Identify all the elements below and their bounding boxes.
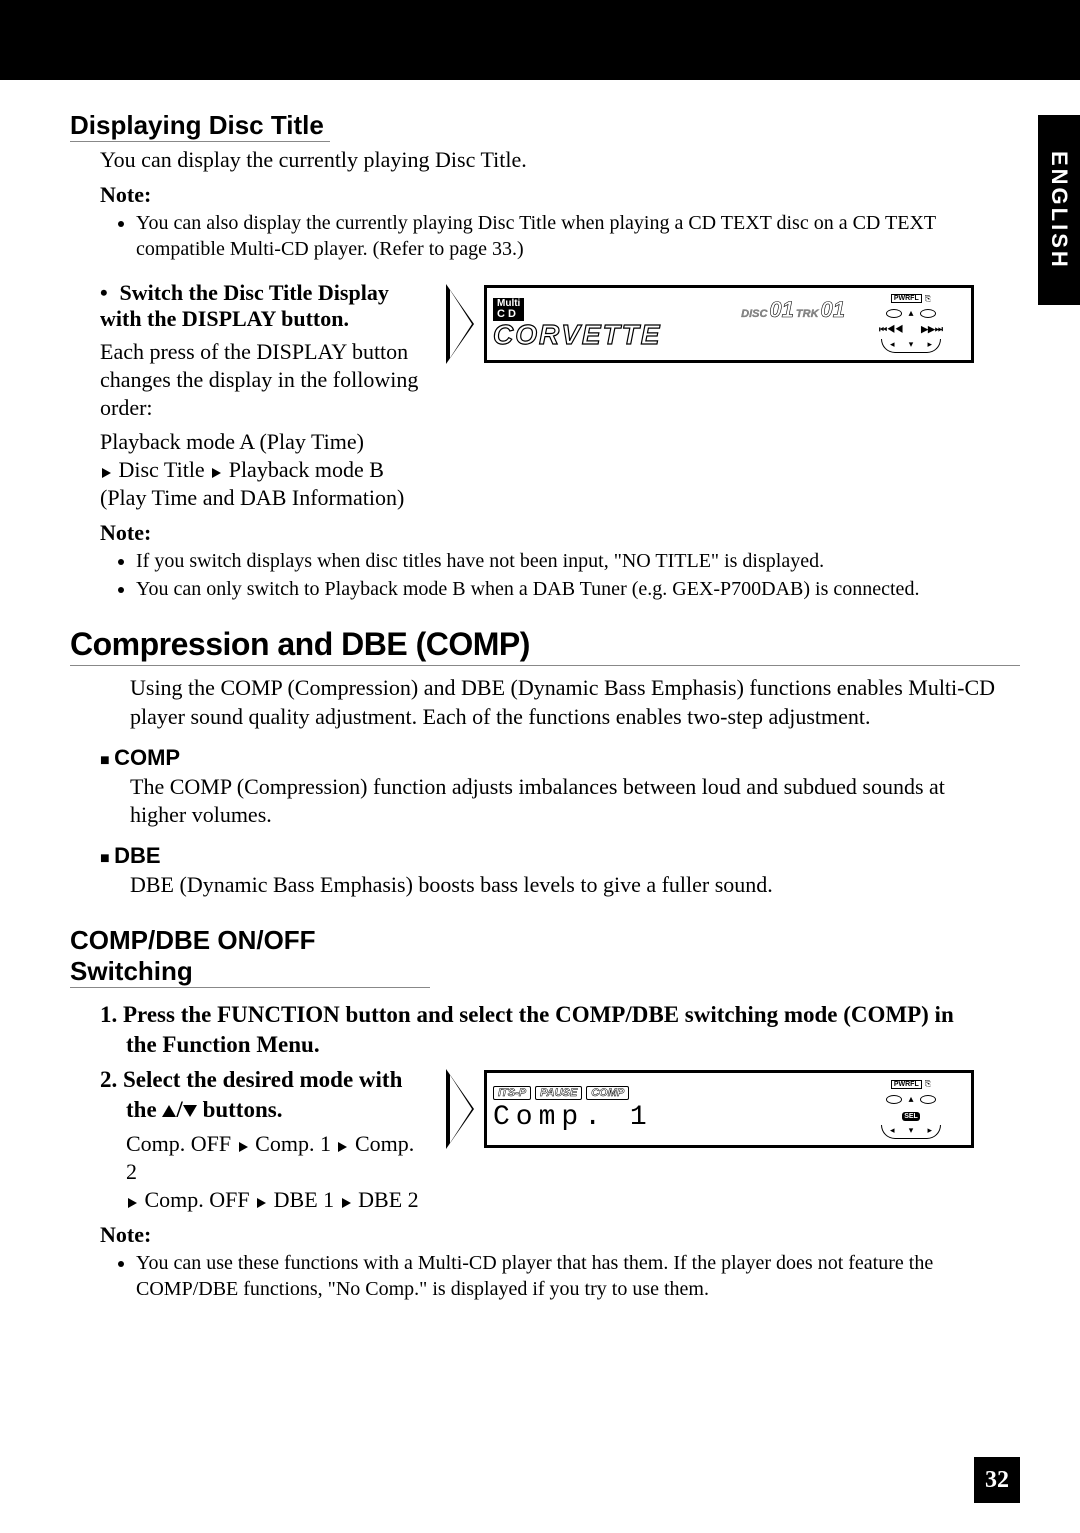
note-label-2: Note:	[100, 520, 1020, 546]
arc-icon: ◂▾▸	[881, 1125, 941, 1139]
down-triangle-icon	[183, 1105, 197, 1117]
arrow-icon	[212, 468, 221, 478]
note-label-3: Note:	[100, 1222, 1020, 1248]
button-icon	[886, 1095, 902, 1104]
heading-displaying-disc-title: Displaying Disc Title	[70, 110, 330, 142]
lcd-main-2: ITS-P PAUSE COMP Comp. 1	[487, 1073, 851, 1145]
lcd-main: Multi C D DISC 01 TRK 01 CORVETTE	[487, 288, 851, 360]
heading-comp-dbe-switching: COMP/DBE ON/OFF Switching	[70, 925, 430, 988]
note-item: You can also display the currently playi…	[136, 210, 980, 262]
arrow-icon	[257, 1198, 266, 1208]
its-p-tag: ITS-P	[493, 1086, 531, 1100]
step-2-lead: 2. Select the desired mode with the / bu…	[100, 1065, 430, 1124]
page-number: 32	[974, 1457, 1020, 1503]
heading-dbe: DBE	[100, 843, 1020, 869]
note-item: You can use these functions with a Multi…	[136, 1250, 980, 1302]
note-item: If you switch displays when disc titles …	[136, 548, 980, 574]
prev-icon: ⏮◀◀	[879, 324, 903, 335]
lcd-disc-title: CORVETTE	[493, 319, 845, 351]
up-icon: ▴	[908, 1094, 913, 1105]
note-list-2: If you switch displays when disc titles …	[136, 548, 1020, 602]
pwrfl-icon: PWRFL	[891, 1080, 922, 1089]
button-icon	[886, 309, 902, 318]
disc-title-step: • Switch the Disc Title Display with the…	[100, 280, 1020, 513]
bookmark-icon: ⎘	[925, 294, 931, 304]
note-list-3: You can use these functions with a Multi…	[136, 1250, 1020, 1302]
step-body-2: Playback mode A (Play Time) Disc Title P…	[100, 428, 430, 512]
lcd-mode-text: Comp. 1	[493, 1102, 845, 1133]
lcd-tags: ITS-P PAUSE COMP	[493, 1086, 845, 1100]
pointer-icon	[446, 284, 474, 364]
arrow-icon	[128, 1198, 137, 1208]
sel-badge: SEL	[902, 1112, 920, 1121]
heading-comp: COMP	[100, 745, 1020, 771]
arrow-icon	[102, 468, 111, 478]
arrow-icon	[239, 1142, 248, 1152]
lcd-panel-2: ITS-P PAUSE COMP Comp. 1 PWRFL ⎘ ▴	[484, 1070, 974, 1148]
lcd-illustration-2: ITS-P PAUSE COMP Comp. 1 PWRFL ⎘ ▴	[446, 1069, 974, 1149]
step-text-block: • Switch the Disc Title Display with the…	[100, 280, 430, 513]
lcd-controls-2: PWRFL ⎘ ▴ SEL ◂▾▸	[851, 1073, 971, 1145]
pause-tag: PAUSE	[535, 1086, 582, 1100]
up-icon: ▴	[908, 308, 913, 319]
top-black-bar	[0, 0, 1080, 80]
up-triangle-icon	[162, 1105, 176, 1117]
arc-icon: ◂▾▸	[881, 339, 941, 353]
comp-text: The COMP (Compression) function adjusts …	[130, 773, 1000, 829]
step-1: 1. Press the FUNCTION button and select …	[100, 1000, 1020, 1059]
step-lead: • Switch the Disc Title Display with the…	[100, 280, 430, 332]
comp-intro: Using the COMP (Compression) and DBE (Dy…	[130, 674, 1000, 730]
intro-text-1: You can display the currently playing Di…	[100, 146, 1020, 174]
arrow-icon	[338, 1142, 347, 1152]
button-icon	[920, 1095, 936, 1104]
dbe-text: DBE (Dynamic Bass Emphasis) boosts bass …	[130, 871, 1000, 899]
arrow-icon	[342, 1198, 351, 1208]
down-icon: ▾	[909, 339, 914, 350]
page-content: Displaying Disc Title You can display th…	[0, 80, 1080, 1302]
step-2-body: Comp. OFF Comp. 1 Comp. 2 Comp. OFF DBE …	[126, 1130, 430, 1214]
step-body-1: Each press of the DISPLAY button changes…	[100, 338, 430, 422]
button-icon	[920, 309, 936, 318]
note-label-1: Note:	[100, 182, 1020, 208]
next-icon: ▶▶⏭	[921, 324, 943, 335]
lcd-panel: Multi C D DISC 01 TRK 01 CORVETTE	[484, 285, 974, 363]
lcd-illustration-1: Multi C D DISC 01 TRK 01 CORVETTE	[446, 284, 974, 364]
down-icon: ▾	[909, 1125, 914, 1136]
pointer-icon	[446, 1069, 474, 1149]
heading-compression-dbe: Compression and DBE (COMP)	[70, 626, 1020, 666]
note-list-1: You can also display the currently playi…	[136, 210, 1020, 262]
step-2-text: 2. Select the desired mode with the / bu…	[100, 1065, 430, 1214]
pwrfl-icon: PWRFL	[891, 294, 922, 303]
bookmark-icon: ⎘	[925, 1079, 931, 1089]
note-item: You can only switch to Playback mode B w…	[136, 576, 980, 602]
step-2-row: 2. Select the desired mode with the / bu…	[100, 1065, 1020, 1214]
lcd-controls: PWRFL ⎘ ▴ ⏮◀◀ ▶▶⏭ ◂▾▸	[851, 288, 971, 360]
comp-tag: COMP	[586, 1086, 629, 1100]
